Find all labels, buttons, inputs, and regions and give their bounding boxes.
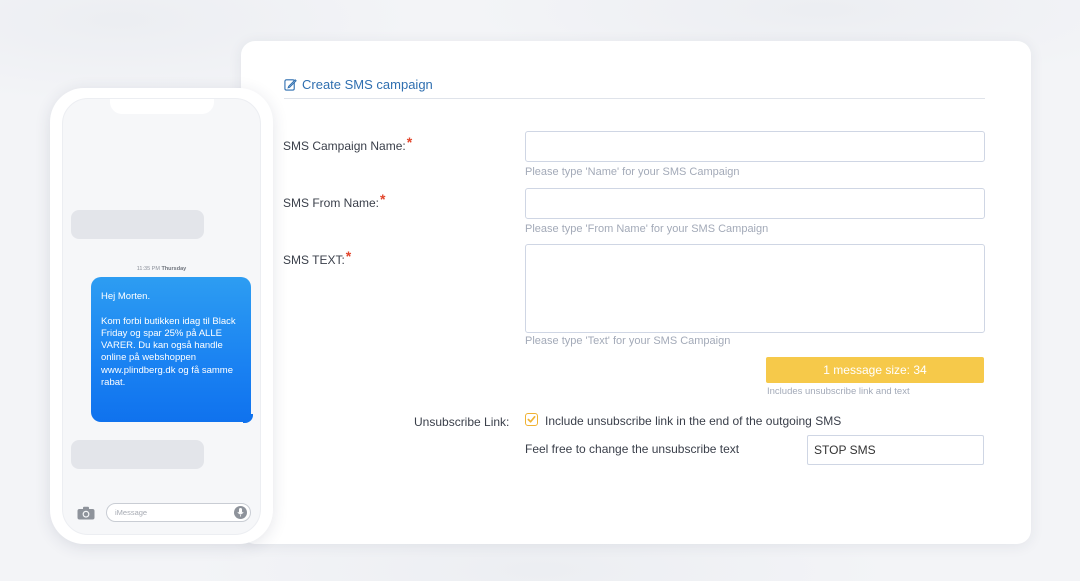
sms-text-help: Please type 'Text' for your SMS Campaign — [525, 335, 731, 347]
sms-message-bubble: Hej Morten. Kom forbi butikken idag til … — [91, 277, 251, 422]
sms-text-label: SMS TEXT:* — [283, 248, 352, 267]
phone-mockup: 11:35 PM Thursday Hej Morten. Kom forbi … — [50, 88, 273, 544]
sms-text-textarea[interactable] — [525, 244, 985, 333]
unsubscribe-label: Unsubscribe Link: — [414, 415, 510, 429]
unsubscribe-text-input[interactable] — [807, 435, 984, 465]
camera-icon[interactable] — [77, 506, 95, 520]
unsubscribe-checkbox-label[interactable]: Include unsubscribe link in the end of t… — [545, 414, 841, 428]
imessage-input[interactable]: iMessage — [106, 503, 251, 522]
from-name-label: SMS From Name:* — [283, 191, 386, 210]
checkmark-icon — [527, 415, 536, 423]
placeholder-bubble — [71, 440, 204, 469]
required-marker: * — [380, 191, 386, 207]
required-marker: * — [406, 134, 413, 150]
message-size-note: Includes unsubscribe link and text — [767, 386, 910, 397]
required-marker: * — [345, 248, 352, 264]
campaign-name-label: SMS Campaign Name:* — [283, 134, 413, 153]
campaign-name-help: Please type 'Name' for your SMS Campaign — [525, 166, 740, 178]
from-name-input[interactable] — [525, 188, 985, 219]
message-timestamp: 11:35 PM Thursday — [136, 266, 187, 272]
card-header: Create SMS campaign — [284, 77, 985, 99]
phone-screen: 11:35 PM Thursday Hej Morten. Kom forbi … — [62, 98, 261, 535]
unsubscribe-change-text: Feel free to change the unsubscribe text — [525, 442, 740, 456]
from-name-help: Please type 'From Name' for your SMS Cam… — [525, 223, 769, 235]
page-title: Create SMS campaign — [302, 77, 433, 92]
unsubscribe-checkbox[interactable] — [525, 413, 538, 426]
imessage-placeholder: iMessage — [115, 508, 148, 517]
microphone-icon[interactable] — [234, 506, 247, 519]
message-size-badge: 1 message size: 34 — [766, 357, 984, 383]
phone-notch — [110, 99, 214, 114]
edit-icon — [284, 79, 297, 91]
campaign-name-input[interactable] — [525, 131, 985, 162]
sms-campaign-card: Create SMS campaign SMS Campaign Name:* … — [241, 41, 1031, 544]
placeholder-bubble — [71, 210, 204, 239]
